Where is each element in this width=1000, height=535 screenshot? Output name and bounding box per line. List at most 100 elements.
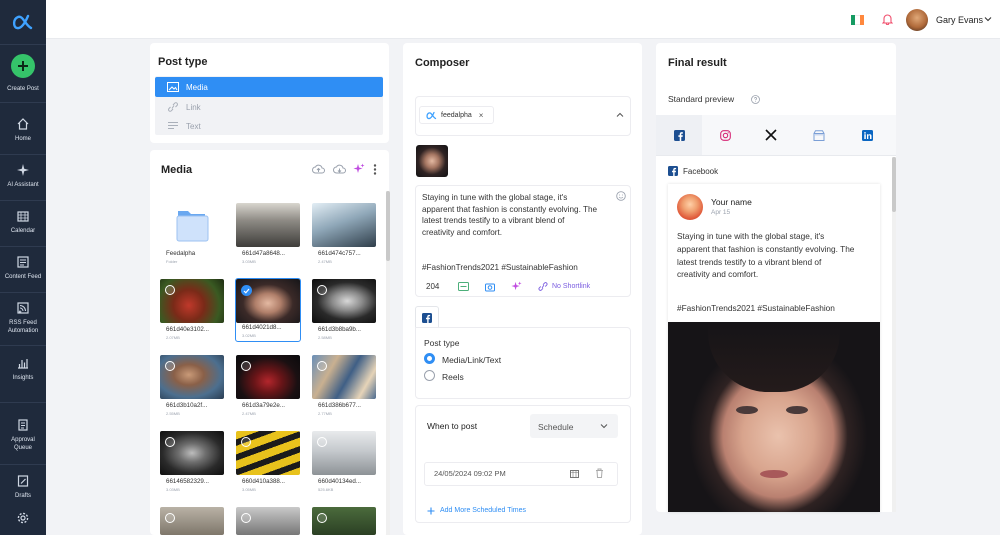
bell-icon[interactable]: [882, 13, 893, 25]
media-select-checkbox[interactable]: [317, 361, 327, 371]
media-select-checkbox[interactable]: [165, 361, 175, 371]
ireland-flag-icon[interactable]: [851, 15, 864, 25]
media-item-size: 2.77MB: [318, 411, 332, 416]
media-thumb[interactable]: [236, 203, 300, 247]
user-avatar[interactable]: [906, 9, 928, 31]
post-text-content[interactable]: Staying in tune with the global stage, i…: [422, 192, 597, 238]
preview-image-eye: [786, 406, 808, 414]
media-item-size: 2.55MB: [166, 411, 180, 416]
account-tag: feedalpha ×: [419, 106, 494, 124]
radio-reels[interactable]: [424, 370, 435, 381]
chevron-down-icon[interactable]: [984, 16, 992, 22]
plus-icon[interactable]: [427, 507, 435, 515]
media-item-name: 66146582329...: [166, 478, 210, 485]
media-select-checkbox[interactable]: [241, 361, 251, 371]
sidebar-item-content-feed[interactable]: Content Feed: [0, 255, 46, 281]
media-item-name: 661d3b8ba9b...: [318, 326, 362, 333]
media-item-size: 3.02MB: [242, 333, 256, 338]
sidebar-item-label: Calendar: [10, 228, 36, 234]
cloud-upload-icon[interactable]: [312, 164, 325, 174]
trash-icon[interactable]: [595, 468, 604, 478]
post-type-title: Post type: [158, 56, 208, 68]
more-vertical-icon[interactable]: [373, 164, 377, 175]
radio-label: Media/Link/Text: [442, 355, 502, 365]
radio-media-link-text[interactable]: [424, 353, 435, 364]
media-item-size: 2.58MB: [318, 335, 332, 340]
chevron-up-icon[interactable]: [616, 112, 624, 118]
post-text-line: creativity and comfort.: [422, 227, 503, 237]
media-thumb[interactable]: [312, 203, 376, 247]
media-title: Media: [161, 164, 193, 176]
sidebar-item-ai-assistant[interactable]: AI Assistant: [0, 163, 46, 189]
media-select-checkbox[interactable]: [317, 285, 327, 295]
camera-icon[interactable]: [485, 282, 495, 292]
media-item-name: Feedalpha: [166, 250, 196, 257]
user-name[interactable]: Gary Evans: [936, 15, 983, 25]
preview-tab-x[interactable]: [748, 115, 794, 155]
sidebar-item-label: Content Feed: [4, 274, 42, 280]
preview-scrollbar-thumb[interactable]: [892, 157, 896, 212]
media-item-size: 3.03MB: [166, 487, 180, 492]
preview-text-line: creativity and comfort.: [677, 269, 759, 280]
sidebar-item-label: AI Assistant: [7, 182, 39, 188]
sidebar-divider: [0, 345, 46, 346]
media-select-checkbox[interactable]: [241, 437, 251, 447]
sidebar-item-rss-automation[interactable]: RSS Feed Automation: [0, 301, 46, 335]
folder-icon: [176, 211, 209, 242]
chevron-down-icon[interactable]: [600, 423, 608, 429]
preview-tab-facebook[interactable]: [656, 115, 702, 155]
media-select-checkbox[interactable]: [165, 437, 175, 447]
sidebar-item-home[interactable]: Home: [0, 117, 46, 143]
calendar-icon[interactable]: [570, 469, 579, 478]
media-select-checkbox[interactable]: [241, 513, 251, 523]
app-logo[interactable]: [0, 0, 46, 44]
sidebar-item-insights[interactable]: Insights: [0, 356, 46, 382]
media-scrollbar-thumb[interactable]: [386, 191, 390, 261]
media-select-checkbox[interactable]: [317, 513, 327, 523]
media-item-size: 525.6KB: [318, 487, 334, 492]
media-item-name: 661d4021d8...: [242, 324, 282, 331]
media-item-name: 660d40134ed...: [318, 478, 362, 485]
composer-post-type-label: Post type: [424, 338, 460, 348]
sidebar-divider: [0, 102, 46, 103]
datetime-value: 24/05/2024 09:02 PM: [434, 469, 506, 478]
facebook-icon: [422, 312, 432, 323]
media-select-checkbox[interactable]: [317, 437, 327, 447]
preview-tab-linkedin[interactable]: [844, 115, 890, 155]
facebook-icon: [673, 129, 685, 141]
text-icon: [168, 122, 178, 129]
sidebar-item-calendar[interactable]: Calendar: [0, 209, 46, 235]
cloud-download-icon[interactable]: [333, 164, 346, 174]
sidebar-item-approval-queue[interactable]: Approval Queue: [0, 418, 46, 452]
post-type-option-link[interactable]: Link: [155, 97, 383, 117]
add-scheduled-times-link[interactable]: Add More Scheduled Times: [440, 507, 526, 514]
tab-facebook[interactable]: [415, 306, 439, 328]
plus-icon: [18, 61, 28, 71]
post-type-option-text[interactable]: Text: [155, 116, 383, 136]
shortlink-toggle[interactable]: No Shortlink: [552, 283, 590, 290]
gif-icon[interactable]: [458, 282, 469, 291]
check-icon: [243, 288, 250, 294]
ai-sparkle-icon[interactable]: [353, 163, 365, 175]
link-icon: [168, 102, 178, 112]
media-item-name: 661d40e3102...: [166, 326, 210, 333]
media-select-checkbox[interactable]: [241, 285, 252, 296]
sidebar-divider: [0, 464, 46, 465]
link-icon[interactable]: [537, 282, 549, 291]
preview-text-line: Staying in tune with the global stage, i…: [677, 231, 825, 241]
preview-tab-instagram[interactable]: [702, 115, 748, 155]
radio-label: Reels: [442, 372, 464, 382]
create-post-button[interactable]: [11, 54, 35, 78]
remove-tag-icon[interactable]: ×: [479, 111, 484, 120]
media-select-checkbox[interactable]: [165, 513, 175, 523]
media-select-checkbox[interactable]: [165, 285, 175, 295]
sidebar-settings[interactable]: [0, 511, 46, 525]
sidebar-divider: [0, 200, 46, 201]
media-folder-tile[interactable]: [160, 203, 224, 247]
preview-tab-google-business[interactable]: [794, 115, 844, 155]
ai-sparkle-icon[interactable]: [511, 281, 522, 292]
emoji-icon[interactable]: [616, 191, 626, 201]
help-icon[interactable]: [751, 95, 760, 104]
sidebar-item-drafts[interactable]: Drafts: [0, 474, 46, 500]
post-type-option-media[interactable]: Media: [155, 77, 383, 97]
